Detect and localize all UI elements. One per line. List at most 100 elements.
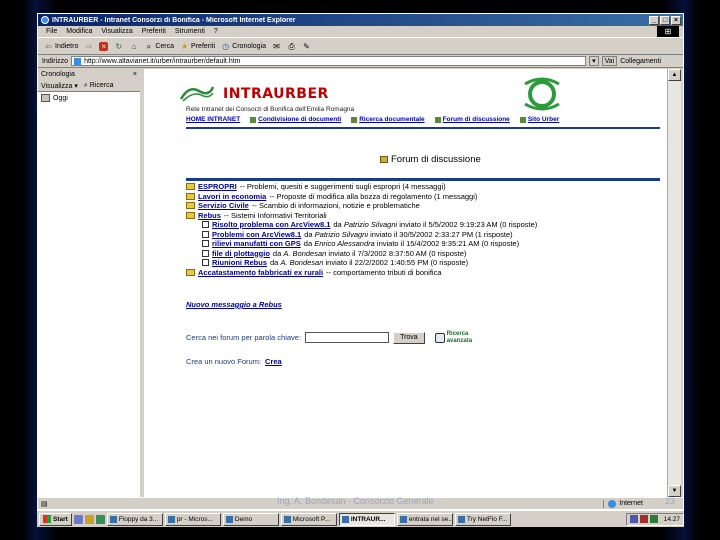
print-button[interactable]: ⎙ [287, 42, 296, 51]
calendar-icon [41, 94, 50, 102]
minimize-button[interactable]: _ [649, 15, 659, 25]
message-row: Risolto problema con ArcView8.1 da Patriz… [186, 220, 666, 230]
history-search-button[interactable]: ⌕ Ricerca [84, 82, 114, 90]
task-buttons: Floppy da 3... pr - Micros... Demo Microsof… [106, 512, 511, 526]
back-button[interactable]: ⇦ Indietro [44, 42, 78, 51]
ie-icon [41, 16, 49, 24]
message-by: da [270, 258, 279, 267]
nav-site-icon [519, 116, 526, 123]
nav-divider [186, 127, 660, 129]
advanced-search-link[interactable]: Ricerca avanzata [434, 331, 477, 344]
forum-title-link[interactable]: Servizio Civile [198, 201, 249, 211]
page-content: INTRAURBER Rete Intranet dei Consorzi di… [144, 69, 667, 497]
history-close-icon[interactable]: × [133, 71, 137, 78]
folder-icon [186, 202, 195, 210]
forward-button[interactable]: ⇨ [84, 42, 93, 51]
taskbar-button[interactable]: Floppy da 3... [106, 512, 163, 526]
taskbar-button[interactable]: Try NetFlo F... [454, 512, 511, 526]
go-button[interactable]: Vai [601, 56, 618, 66]
menu-help[interactable]: ? [214, 28, 218, 35]
windows-flag-icon [43, 515, 51, 523]
links-label[interactable]: Collegamenti [620, 58, 661, 65]
history-button[interactable]: ◷ Cronologia [221, 42, 266, 51]
tray-volume-icon[interactable] [639, 515, 648, 523]
maximize-button[interactable]: □ [660, 15, 670, 25]
forum-title-link[interactable]: ESPROPRI [198, 182, 237, 192]
quicklaunch-desktop-icon[interactable] [95, 514, 105, 524]
message-title-link[interactable]: Problemi con ArcView8.1 [212, 230, 301, 240]
taskbar: Start Floppy da 3... pr - Micros... Demo Mi… [37, 510, 684, 527]
nav-ricerca[interactable]: Ricerca documentale [351, 116, 425, 123]
menu-preferiti[interactable]: Preferiti [142, 28, 166, 35]
message-title-link[interactable]: Risolto problema con ArcView8.1 [212, 220, 330, 230]
clock: 14.27 [663, 515, 680, 523]
nav-home[interactable]: HOME INTRANET [186, 116, 240, 123]
trova-button[interactable]: Trova [393, 331, 425, 344]
forum-title-link[interactable]: Rebus [198, 211, 221, 221]
site-subtitle: Rete Intranet dei Consorzi di Bonifica d… [186, 106, 355, 113]
taskbar-button[interactable]: INTRAUR... [338, 512, 395, 526]
forum-heading-label: Forum di discussione [391, 154, 481, 165]
refresh-button[interactable]: ↻ [114, 42, 123, 51]
forum-title-link[interactable]: Lavori in economia [198, 192, 266, 202]
message-by: da [303, 239, 313, 248]
nav-sito-urber[interactable]: Sito Urber [519, 116, 559, 123]
favorites-button[interactable]: ★ Preferiti [180, 42, 215, 51]
title-bar: INTRAURBER - Intranet Consorzi di Bonifi… [38, 14, 683, 26]
forward-arrow-icon: ⇨ [85, 41, 93, 51]
mail-button[interactable]: ✉ [272, 42, 281, 51]
home-button[interactable]: ⌂ [129, 42, 138, 51]
message-icon [202, 221, 209, 229]
scroll-up-icon[interactable]: ▲ [668, 69, 681, 81]
message-author: Patrizio Silvagni [314, 229, 368, 239]
forum-row: Lavori in economia -- Proposte di modific… [186, 192, 666, 202]
vertical-scrollbar[interactable]: ▲ ▼ [667, 69, 681, 497]
globe-icon [608, 499, 617, 508]
message-icon [202, 249, 209, 257]
message-title-link[interactable]: rilievi manufatti con GPS [212, 239, 301, 249]
tray-antivirus-icon[interactable] [649, 515, 658, 523]
create-forum-link[interactable]: Crea [265, 357, 282, 366]
nav-forum-label: Forum di discussione [442, 116, 510, 123]
stop-icon: × [99, 41, 109, 51]
quicklaunch-ie-icon[interactable] [73, 514, 83, 524]
start-button[interactable]: Start [39, 512, 72, 526]
taskbar-button[interactable]: Microsoft P... [280, 512, 337, 526]
forum-title-link[interactable]: Accatastamento fabbricati ex rurali [198, 268, 323, 278]
message-by: da [304, 229, 313, 239]
quicklaunch-outlook-icon[interactable] [84, 514, 94, 524]
forum-row: Rebus -- Sistemi Informativi Territoriali [186, 211, 666, 221]
message-row: Riunioni Rebus da A. Bondesan inviato il … [186, 258, 666, 268]
nav-forum[interactable]: Forum di discussione [434, 116, 510, 123]
close-button[interactable]: × [671, 15, 681, 25]
back-label: Indietro [55, 42, 79, 50]
message-title-link[interactable]: file di plottaggio [212, 249, 270, 259]
stop-button[interactable]: × [99, 41, 109, 51]
address-dropdown-button[interactable]: ▾ [589, 56, 599, 66]
edit-button[interactable]: ✎ [302, 42, 311, 51]
message-meta: da A. Bondesan inviato il 22/2/2002 1:40… [270, 258, 468, 268]
new-message-link[interactable]: Nuovo messaggio a Rebus [186, 300, 282, 309]
site-title: INTRAURBER [223, 86, 329, 102]
forum-row: Accatastamento fabbricati ex rurali -- co… [186, 268, 666, 278]
taskbar-button[interactable]: pr - Micros... [164, 512, 221, 526]
keyword-input[interactable] [305, 332, 390, 343]
refresh-icon: ↻ [115, 41, 123, 51]
tray-network-icon[interactable] [629, 515, 638, 523]
menu-visualizza[interactable]: Visualizza [101, 28, 132, 35]
create-forum-label: Crea un nuovo Forum: [186, 357, 262, 366]
taskbar-button[interactable]: entrata nel se... [396, 512, 453, 526]
taskbar-button-label: Microsoft P... [292, 515, 330, 523]
search-button[interactable]: ⌕ Cerca [144, 42, 174, 51]
address-input[interactable]: http://www.altavianet.it/urber/intraurbe… [71, 56, 587, 66]
menu-bar: File Modifica Visualizza Preferiti Strum… [38, 26, 683, 38]
menu-modifica[interactable]: Modifica [66, 28, 92, 35]
taskbar-button[interactable]: Demo [222, 512, 279, 526]
message-meta: da Patrizio Silvagni inviato il 5/5/2002… [333, 220, 537, 230]
menu-strumenti[interactable]: Strumenti [175, 28, 205, 35]
history-view-button[interactable]: Visualizza ▾ [41, 82, 78, 90]
menu-file[interactable]: File [46, 28, 57, 35]
nav-condivisione[interactable]: Condivisione di documenti [250, 116, 341, 123]
history-item-today[interactable]: Oggi [38, 92, 140, 104]
message-title-link[interactable]: Riunioni Rebus [212, 258, 267, 268]
